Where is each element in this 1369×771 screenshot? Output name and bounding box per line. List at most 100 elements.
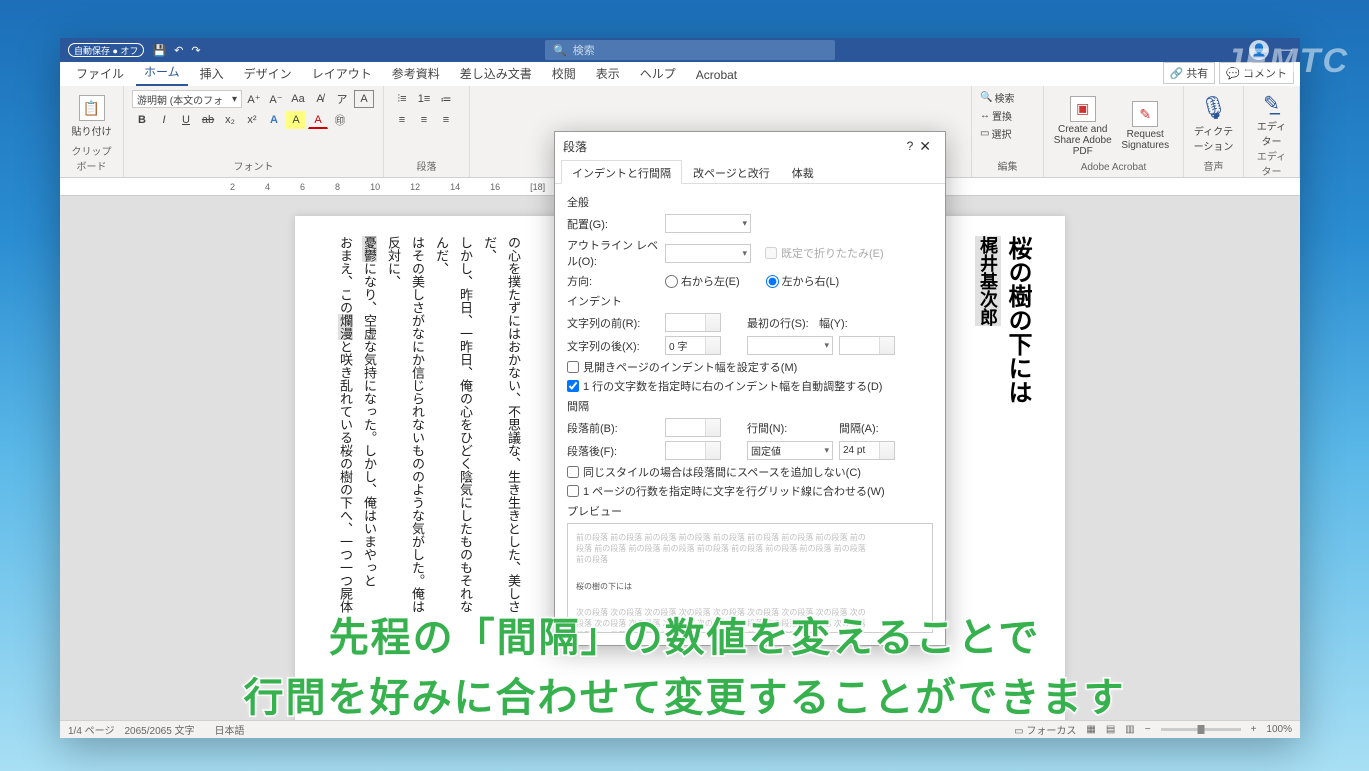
paste-button[interactable]: 📋貼り付け [68,95,115,138]
highlight-button[interactable]: A [286,111,306,129]
dialog-title: 段落 [563,138,587,155]
nospace-check[interactable] [567,466,579,478]
align-select[interactable] [665,214,751,233]
enclosed-char-button[interactable]: ㊞ [330,111,350,129]
font-shrink-button[interactable]: A⁻ [266,90,286,108]
superscript-button[interactable]: x² [242,111,262,129]
ltr-radio[interactable] [766,275,779,288]
focus-mode-button[interactable]: ▭ フォーカス [1014,722,1076,737]
zoom-out-button[interactable]: − [1145,724,1151,735]
editor-button[interactable]: ✎̲エディター [1252,90,1291,148]
lbl-space-after: 段落後(F): [567,443,659,459]
line-spacing-select[interactable]: 固定値 [747,441,833,460]
bullets-button[interactable]: ⫶≡ [392,90,412,108]
width-input[interactable] [839,336,895,355]
tab-review[interactable]: 校閲 [544,61,584,86]
dialog-tab-indent[interactable]: インデントと行間隔 [561,160,682,184]
signature-icon: ✎ [1132,101,1158,127]
collapse-check[interactable] [765,247,777,259]
mirror-check[interactable] [567,361,579,373]
tab-references[interactable]: 参考資料 [384,61,448,86]
view-print-icon[interactable]: ▤ [1106,724,1115,735]
ruler-mark: 10 [370,182,380,192]
align-center-button[interactable]: ≡ [414,111,434,129]
dialog-tab-page[interactable]: 改ページと改行 [682,160,781,183]
zoom-value[interactable]: 100% [1266,724,1292,735]
replace-button[interactable]: ↔ 置換 [980,108,1035,123]
numbering-button[interactable]: 1≡ [414,90,434,108]
paste-icon: 📋 [79,95,105,121]
save-icon[interactable]: 💾 [152,44,166,57]
outline-select[interactable] [665,244,751,263]
redo-icon[interactable]: ↷ [191,44,200,57]
help-icon[interactable]: ? [907,139,914,153]
share-button[interactable]: 🔗共有 [1163,62,1216,84]
group-voice: 音声 [1192,158,1235,173]
tab-layout[interactable]: レイアウト [304,61,380,86]
status-left[interactable]: 1/4 ページ 2065/2065 文字 日本語 [68,722,245,737]
indent-before-input[interactable] [665,313,721,332]
change-case-button[interactable]: Aa [288,90,308,108]
tab-acrobat[interactable]: Acrobat [688,64,745,86]
phonetic-button[interactable]: ア [332,90,352,108]
at-input[interactable]: 24 pt [839,441,895,460]
auto-indent-check[interactable] [567,380,579,392]
subscript-button[interactable]: x₂ [220,111,240,129]
strike-button[interactable]: ab [198,111,218,129]
underline-button[interactable]: U [176,111,196,129]
font-color-button[interactable]: A [308,111,328,129]
italic-button[interactable]: I [154,111,174,129]
align-left-button[interactable]: ≡ [392,111,412,129]
group-adobe: Adobe Acrobat [1052,162,1175,173]
bold-button[interactable]: B [132,111,152,129]
dialog-tab-asian[interactable]: 体裁 [781,160,825,183]
clear-format-button[interactable]: A̸ [310,90,330,108]
undo-icon[interactable]: ↶ [174,44,183,57]
body-line: の心を撲たずにはおかない、不思議な、生き生きとした、美しさだ、 [477,236,525,616]
align-right-button[interactable]: ≡ [436,111,456,129]
group-paragraph: 段落 [392,158,461,173]
lbl-line-spacing: 行間(N): [747,420,803,436]
watermark: JEMTC [1224,42,1349,81]
ruler-mark: 4 [265,182,270,192]
ruler-mark: 14 [450,182,460,192]
close-icon[interactable]: ✕ [913,136,937,157]
firstline-select[interactable] [747,336,833,355]
select-button[interactable]: ▭ 選択 [980,126,1035,141]
tab-file[interactable]: ファイル [68,61,132,86]
font-grow-button[interactable]: A⁺ [244,90,264,108]
tab-design[interactable]: デザイン [236,61,300,86]
lbl-indent-after: 文字列の後(X): [567,338,659,354]
indent-after-input[interactable]: 0 字 [665,336,721,355]
search-placeholder: 検索 [573,42,595,58]
dictate-button[interactable]: 🎙ディクテーション [1192,95,1235,153]
tab-home[interactable]: ホーム [136,59,188,86]
char-border-button[interactable]: A [354,90,374,108]
space-before-input[interactable] [665,418,721,437]
group-font: フォント [132,158,375,173]
space-after-input[interactable] [665,441,721,460]
lbl-firstline: 最初の行(S): [747,315,813,331]
ruler-mark: 16 [490,182,500,192]
tab-help[interactable]: ヘルプ [632,61,684,86]
snap-check[interactable] [567,485,579,497]
zoom-in-button[interactable]: + [1251,724,1257,735]
rtl-radio[interactable] [665,275,678,288]
tab-view[interactable]: 表示 [588,61,628,86]
lbl-indent-before: 文字列の前(R): [567,315,659,331]
lbl-width: 幅(Y): [819,315,859,331]
tab-mailings[interactable]: 差し込み文書 [452,61,540,86]
search-box[interactable]: 🔍 検索 [545,40,835,60]
find-button[interactable]: 🔍 検索 [980,90,1035,105]
multilevel-button[interactable]: ≔ [436,90,456,108]
view-read-icon[interactable]: ▦ [1086,724,1095,735]
adobe-request-button[interactable]: ✎Request Signatures [1115,101,1175,151]
adobe-create-button[interactable]: ▣Create and Share Adobe PDF [1052,96,1113,157]
font-name-select[interactable]: 游明朝 (本文のフォ▾ [132,90,242,108]
group-clipboard: クリップボード [68,143,115,173]
view-web-icon[interactable]: ▥ [1125,724,1134,735]
zoom-slider[interactable] [1161,728,1241,731]
tab-insert[interactable]: 挿入 [192,61,232,86]
text-effects-button[interactable]: A [264,111,284,129]
autosave-toggle[interactable]: 自動保存 ● オフ [68,43,144,57]
